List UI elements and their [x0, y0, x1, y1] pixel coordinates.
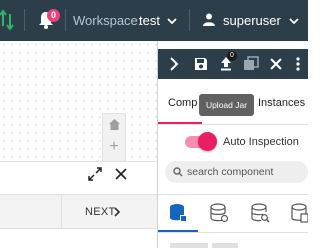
topbar-divider — [65, 9, 66, 31]
database-export-icon[interactable] — [290, 203, 308, 223]
save-icon[interactable] — [193, 56, 209, 72]
tab-components[interactable]: Components — [168, 97, 198, 109]
search-icon — [173, 167, 183, 177]
database-search-icon[interactable] — [250, 203, 270, 223]
upload-jar-tooltip: Upload Jar — [199, 94, 254, 116]
divider — [158, 194, 308, 195]
chevron-right-icon — [114, 207, 121, 217]
divider — [158, 232, 308, 233]
database-component-icon[interactable] — [168, 203, 188, 223]
next-button[interactable]: NEXT — [61, 195, 157, 228]
chevron-right-icon[interactable] — [166, 56, 182, 72]
notification-badge: 0 — [47, 9, 60, 22]
divider — [158, 124, 308, 125]
close-icon[interactable] — [268, 56, 284, 72]
topbar-divider — [24, 9, 25, 31]
toggle-knob[interactable] — [198, 132, 217, 151]
more-vert-icon[interactable] — [294, 56, 302, 72]
workspace-label: Workspace: — [73, 13, 142, 28]
copy-icon[interactable] — [243, 56, 259, 72]
upload-badge: 0 — [227, 51, 237, 61]
chevron-down-icon[interactable] — [289, 16, 299, 26]
divider — [0, 228, 157, 229]
swap-vert-icon[interactable] — [0, 9, 14, 31]
search-component-input[interactable] — [187, 161, 305, 183]
chevron-down-icon[interactable] — [167, 16, 177, 26]
design-canvas[interactable]: + − — [0, 41, 157, 181]
list-item — [170, 243, 208, 248]
topbar-divider — [189, 9, 190, 31]
database-settings-icon[interactable] — [209, 203, 229, 223]
workspace-selector[interactable]: test — [139, 13, 160, 28]
bottom-panel-header — [0, 162, 157, 194]
fullscreen-icon[interactable] — [88, 167, 102, 181]
list-item — [212, 243, 238, 248]
user-menu[interactable]: superuser — [223, 13, 281, 28]
close-icon[interactable] — [114, 167, 128, 181]
auto-inspection-label: Auto Inspection — [223, 136, 299, 148]
next-button-label: NEXT — [85, 206, 116, 218]
user-icon — [203, 13, 215, 26]
tab-instances[interactable]: Instances — [258, 97, 305, 109]
home-icon[interactable] — [108, 118, 121, 131]
zoom-in-button[interactable]: + — [103, 136, 125, 158]
